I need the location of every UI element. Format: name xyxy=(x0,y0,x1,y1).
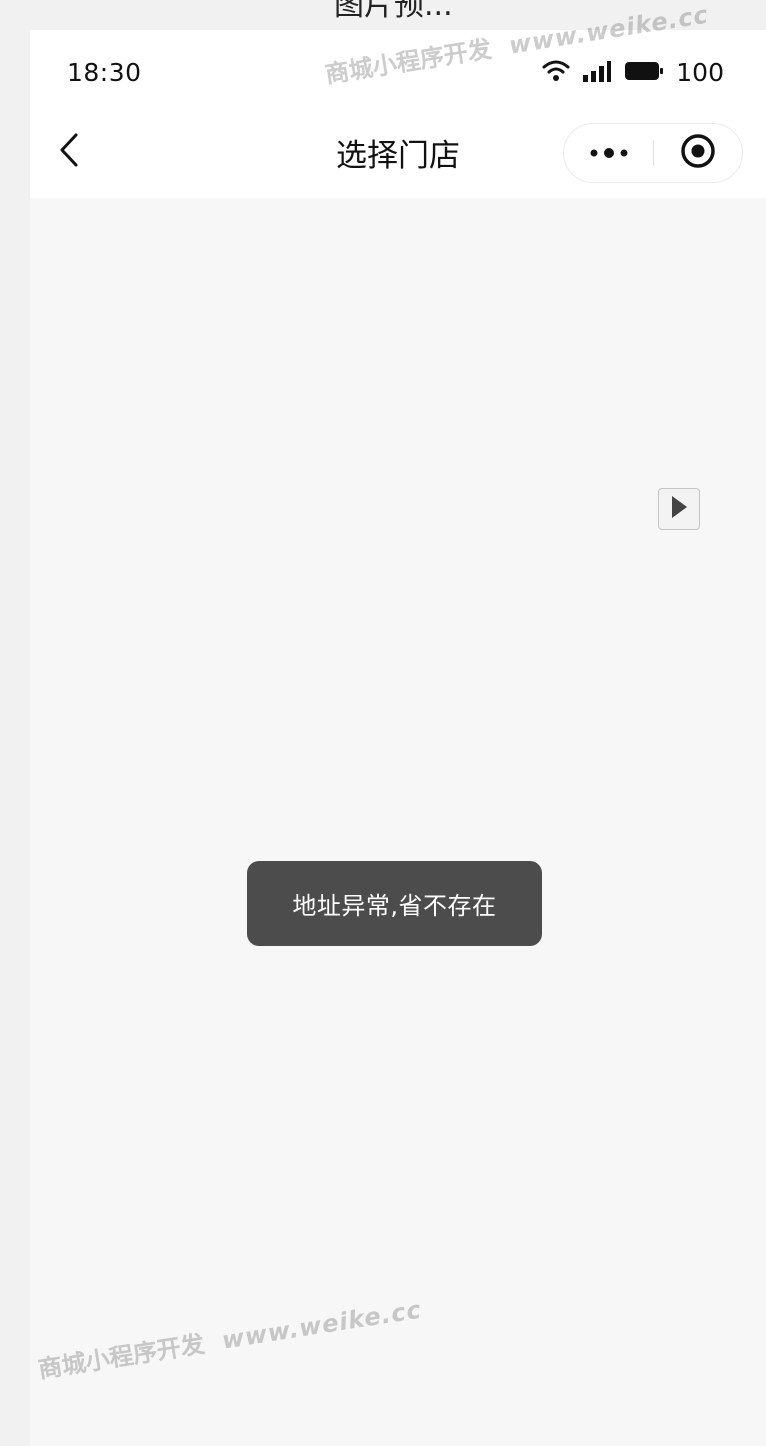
toast: 地址异常,省不存在 xyxy=(247,861,542,946)
play-button[interactable] xyxy=(658,488,700,530)
toast-message: 地址异常,省不存在 xyxy=(292,892,497,920)
battery-icon xyxy=(624,60,664,86)
signal-icon xyxy=(582,60,612,86)
status-time: 18:30 xyxy=(67,58,142,87)
more-dots-icon xyxy=(589,144,629,163)
battery-level: 100 xyxy=(676,58,724,87)
top-caption: 图片预... xyxy=(334,0,453,23)
mini-program-screen: 18:30 100 选择门店 地址异常,省不存在 xyxy=(30,30,766,1446)
header: 18:30 100 选择门店 xyxy=(30,30,766,198)
close-button[interactable] xyxy=(654,124,742,182)
status-icons: 100 xyxy=(542,58,724,87)
top-caption-crop: 图片预... xyxy=(0,0,766,30)
wifi-icon xyxy=(542,60,570,86)
target-circle-icon xyxy=(680,133,716,173)
screen: 图片预... 18:30 100 选择门店 地址异常,省不存在 商城小程序开发w… xyxy=(0,0,766,1446)
more-button[interactable] xyxy=(564,124,654,182)
capsule-menu xyxy=(563,123,743,183)
chevron-left-icon xyxy=(58,132,80,172)
play-triangle-icon xyxy=(669,494,689,524)
back-button[interactable] xyxy=(54,132,84,172)
